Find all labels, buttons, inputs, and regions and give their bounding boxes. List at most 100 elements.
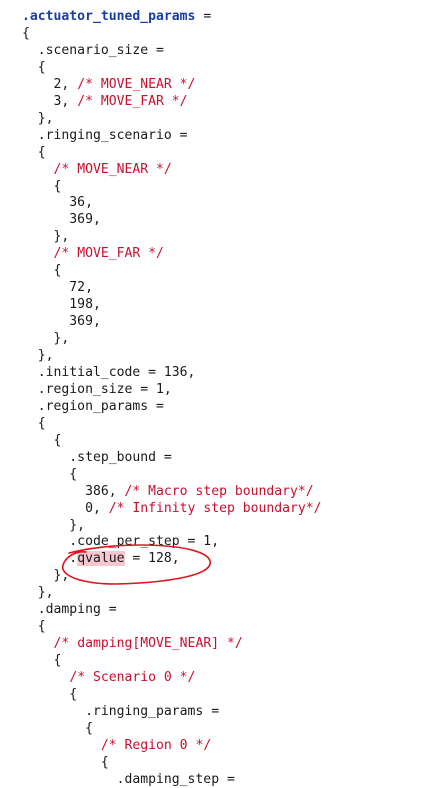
code-text: .ringing_scenario =: [22, 127, 188, 143]
code-text: .step_bound =: [22, 449, 172, 465]
code-text: {: [22, 720, 93, 736]
code-comment: /* MOVE_NEAR */: [53, 161, 172, 177]
code-text: 72,: [22, 280, 93, 296]
code-text: {: [22, 432, 62, 448]
code-line: .region_params =: [22, 398, 164, 415]
code-line: 198,: [22, 296, 101, 313]
code-text: },: [22, 229, 70, 245]
code-text: .region_params =: [22, 398, 164, 414]
code-line: .initial_code = 136,: [22, 364, 196, 381]
code-line: {: [22, 415, 46, 432]
code-text: 0,: [22, 500, 109, 516]
code-line: .region_size = 1,: [22, 381, 172, 398]
code-line: 2, /* MOVE_NEAR */: [22, 76, 196, 93]
code-line: {: [22, 652, 62, 669]
code-text: },: [22, 348, 54, 363]
code-line: 0, /* Infinity step boundary*/: [22, 500, 322, 517]
code-comment: /* MOVE_FAR */: [53, 246, 164, 262]
code-line: .damping =: [22, 601, 117, 618]
code-text: {: [22, 653, 62, 669]
struct-name: .actuator_tuned_params: [22, 9, 196, 24]
code-line: },: [22, 567, 70, 584]
code-text: {: [22, 144, 46, 160]
code-text: 369,: [22, 314, 101, 330]
code-text: .initial_code = 136,: [22, 364, 196, 380]
code-line: {: [22, 618, 46, 635]
code-line: {: [22, 25, 30, 42]
code-line: /* damping[MOVE_NEAR] */: [22, 635, 243, 652]
code-line: {: [22, 144, 46, 161]
code-text: 2,: [22, 76, 78, 92]
code-text: {: [22, 59, 46, 75]
code-line: 36,: [22, 194, 93, 211]
code-line: },: [22, 110, 54, 127]
code-line: 369,: [22, 211, 101, 228]
code-line: .step_bound =: [22, 449, 172, 466]
code-text: 3,: [22, 93, 78, 109]
code-text: {: [22, 687, 78, 702]
code-text-rest: =: [195, 9, 212, 24]
code-line: 369,: [22, 313, 101, 330]
code-line: .actuator_tuned_params =: [22, 8, 211, 25]
code-text: {: [22, 25, 30, 41]
code-comment: /* Scenario 0 */: [69, 670, 196, 686]
code-text: .damping =: [22, 602, 117, 618]
code-comment: /* damping[MOVE_NEAR] */: [53, 636, 243, 652]
code-text: 198,: [22, 297, 101, 313]
code-line: {: [22, 686, 77, 703]
code-text: },: [22, 331, 70, 347]
code-line: },: [22, 330, 70, 347]
code-text: .scenario_size =: [22, 42, 164, 58]
code-comment: /* Infinity step boundary*/: [108, 500, 322, 516]
code-line: .ringing_scenario =: [22, 127, 188, 144]
code-line: /* Region 0 */: [22, 737, 211, 754]
code-text-rest: = 128,: [124, 551, 180, 567]
code-line: /* MOVE_FAR */: [22, 245, 164, 262]
code-text: {: [22, 178, 62, 194]
code-line: /* Scenario 0 */: [22, 669, 195, 686]
code-text: .code_per_step = 1,: [22, 534, 220, 550]
code-comment: /* Region 0 */: [100, 737, 212, 753]
code-text: {: [22, 263, 62, 279]
code-text: .: [22, 551, 78, 567]
code-line: {: [22, 59, 46, 76]
code-line: .qvalue = 128,: [22, 550, 180, 567]
code-text: },: [22, 568, 70, 584]
code-text: .damping_step =: [22, 771, 235, 787]
code-line: /* MOVE_NEAR */: [22, 161, 172, 178]
code-line: .scenario_size =: [22, 42, 164, 59]
code-line: },: [22, 517, 85, 534]
code-line: {: [22, 720, 93, 737]
code-line: {: [22, 466, 77, 483]
code-line: },: [22, 347, 54, 364]
code-line: 386, /* Macro step boundary*/: [22, 483, 314, 500]
code-line: {: [22, 432, 62, 449]
code-text: 36,: [22, 195, 93, 211]
code-text: },: [22, 517, 86, 533]
code-text: 369,: [22, 212, 101, 228]
code-line: .code_per_step = 1,: [22, 533, 219, 550]
code-text: .ringing_params =: [22, 703, 220, 719]
code-comment: /* Macro step boundary*/: [124, 483, 314, 499]
code-line: {: [22, 754, 109, 771]
code-line: .damping_step =: [22, 771, 235, 788]
code-line: },: [22, 228, 70, 245]
code-comment: /* MOVE_NEAR */: [77, 76, 196, 92]
code-line: {: [22, 178, 62, 195]
code-line: 72,: [22, 279, 93, 296]
code-text: {: [22, 754, 109, 770]
code-text: {: [22, 415, 46, 431]
code-line: .ringing_params =: [22, 703, 219, 720]
code-listing: .actuator_tuned_params ={ .scenario_size…: [0, 0, 435, 787]
code-text: .region_size = 1,: [22, 381, 172, 397]
code-line: 3, /* MOVE_FAR */: [22, 93, 188, 110]
code-line: },: [22, 584, 54, 601]
code-text: {: [22, 466, 78, 482]
code-text: },: [22, 585, 54, 601]
code-text: {: [22, 619, 46, 635]
